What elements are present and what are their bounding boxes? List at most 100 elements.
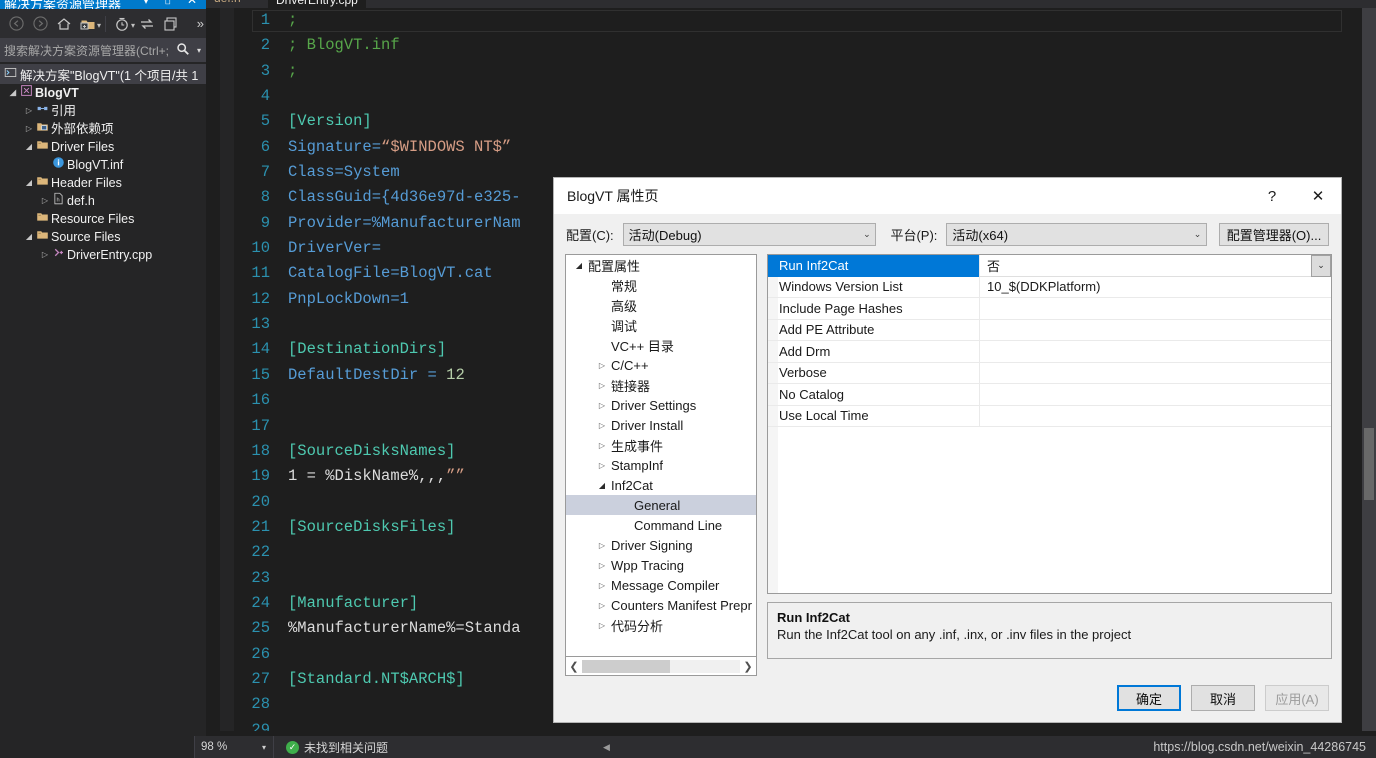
property-tree-item[interactable]: ◢ 配置属性	[566, 255, 756, 275]
tree-twisty-icon[interactable]: ▷	[593, 461, 611, 470]
property-tree-item[interactable]: Command Line	[566, 515, 756, 535]
tab-def-h[interactable]: def.h	[214, 0, 241, 5]
property-tree-item[interactable]: ▷ Message Compiler	[566, 575, 756, 595]
close-icon[interactable]: ✕	[1295, 178, 1341, 214]
property-tree-item[interactable]: ▷ 链接器	[566, 375, 756, 395]
property-row[interactable]: Windows Version List 10_$(DDKPlatform)	[768, 276, 1331, 298]
tree-twisty-icon[interactable]: ▷	[593, 441, 611, 450]
tree-twisty-icon[interactable]: ◢	[8, 84, 18, 102]
pending-changes-icon[interactable]	[110, 13, 134, 35]
tree-twisty-icon[interactable]: ▷	[593, 561, 611, 570]
property-row[interactable]: Include Page Hashes	[768, 298, 1331, 320]
property-tree-item[interactable]: ◢ Inf2Cat	[566, 475, 756, 495]
property-value[interactable]	[979, 362, 1331, 384]
hscroll-thumb[interactable]	[582, 659, 670, 673]
property-tree-item[interactable]: ▷ Driver Signing	[566, 535, 756, 555]
tree-twisty-icon[interactable]: ◢	[24, 174, 34, 192]
tree-twisty-icon[interactable]: ▷	[593, 581, 611, 590]
property-value[interactable]	[979, 298, 1331, 320]
property-tree-item[interactable]: ▷ Driver Install	[566, 415, 756, 435]
solution-tree-item[interactable]: BlogVT.inf	[0, 156, 206, 174]
property-row[interactable]: Verbose	[768, 362, 1331, 384]
tree-twisty-icon[interactable]: ▷	[40, 246, 50, 264]
cancel-button[interactable]: 取消	[1191, 685, 1255, 711]
status-collapse-arrow-icon[interactable]: ◀	[603, 742, 610, 753]
panel-window-buttons[interactable]: ▾ ⌷ ✕	[143, 0, 203, 8]
property-value[interactable]: 否	[979, 255, 1331, 277]
property-value[interactable]	[979, 384, 1331, 406]
apply-button[interactable]: 应用(A)	[1265, 685, 1329, 711]
property-tree-item[interactable]: ▷ C/C++	[566, 355, 756, 375]
property-tree-item[interactable]: ▷ 生成事件	[566, 435, 756, 455]
hscroll-track[interactable]	[582, 659, 740, 673]
property-row[interactable]: No Catalog	[768, 384, 1331, 406]
property-row[interactable]: Use Local Time	[768, 405, 1331, 427]
scrollbar-thumb[interactable]	[1364, 428, 1374, 500]
property-tree-item[interactable]: 高级	[566, 295, 756, 315]
property-row[interactable]: Add Drm	[768, 341, 1331, 363]
editor-tabstrip[interactable]: def.h DriverEntry.cpp	[206, 0, 1376, 8]
property-tree-item[interactable]: VC++ 目录	[566, 335, 756, 355]
error-status[interactable]: ✓ 未找到相关问题	[286, 739, 388, 756]
tree-twisty-icon[interactable]: ▷	[593, 541, 611, 550]
solution-tree-item[interactable]: ◢ Driver Files	[0, 138, 206, 156]
property-tree-item[interactable]: 调试	[566, 315, 756, 335]
tab-driverentry-cpp[interactable]: DriverEntry.cpp	[268, 0, 366, 8]
solution-tree-item[interactable]: ▷ 外部依赖项	[0, 120, 206, 138]
property-tree-item[interactable]: ▷ 代码分析	[566, 615, 756, 635]
scroll-right-icon[interactable]: ❯	[740, 660, 756, 673]
tree-twisty-icon[interactable]: ▷	[40, 192, 50, 210]
solution-tree-item[interactable]: ◢ Source Files	[0, 228, 206, 246]
solution-node[interactable]: 解决方案"BlogVT"(1 个项目/共 1	[0, 64, 206, 84]
tree-twisty-icon[interactable]: ▷	[593, 401, 611, 410]
new-folder-icon[interactable]	[76, 13, 100, 35]
tree-twisty-icon[interactable]: ▷	[593, 381, 611, 390]
solution-tree-item[interactable]: ◢ Header Files	[0, 174, 206, 192]
platform-combobox[interactable]: 活动(x64) ⌄	[946, 222, 1207, 246]
tree-twisty-icon[interactable]: ▷	[24, 102, 34, 120]
property-tree-item[interactable]: ▷ Wpp Tracing	[566, 555, 756, 575]
sync-icon[interactable]	[135, 13, 159, 35]
ok-button[interactable]: 确定	[1117, 685, 1181, 711]
zoom-dropdown-caret[interactable]: ▾	[262, 743, 266, 752]
property-row[interactable]: Add PE Attribute	[768, 319, 1331, 341]
tree-twisty-icon[interactable]: ▷	[593, 361, 611, 370]
property-tree-item[interactable]: ▷ Driver Settings	[566, 395, 756, 415]
property-row[interactable]: Run Inf2Cat 否 ⌄	[768, 255, 1331, 277]
help-icon[interactable]: ?	[1249, 178, 1295, 214]
property-category-tree[interactable]: ◢ 配置属性 常规 高级 调试 VC++ 目录 ▷ C/C++ ▷ 链接器 ▷ Driver Sett…	[565, 254, 757, 657]
property-tree-item[interactable]: ▷ StampInf	[566, 455, 756, 475]
search-dropdown-caret[interactable]: ▾	[193, 46, 205, 55]
search-icon[interactable]	[173, 42, 193, 59]
property-value-dropdown-icon[interactable]: ⌄	[1311, 255, 1331, 277]
tree-twisty-icon[interactable]: ◢	[570, 261, 588, 270]
tree-twisty-icon[interactable]: ◢	[24, 138, 34, 156]
solution-tree-item[interactable]: ▷ h def.h	[0, 192, 206, 210]
solution-tree-item[interactable]: ▷ 引用	[0, 102, 206, 120]
property-value[interactable]: 10_$(DDKPlatform)	[979, 276, 1331, 298]
back-arrow-icon[interactable]	[4, 13, 28, 35]
tree-twisty-icon[interactable]: ▷	[24, 120, 34, 138]
zoom-level-control[interactable]: 98 % ▾	[194, 736, 274, 758]
solution-tree-item[interactable]: ◢ BlogVT	[0, 84, 206, 102]
search-input[interactable]: 搜索解决方案资源管理器(Ctrl+; ▾	[0, 38, 206, 62]
property-value[interactable]	[979, 319, 1331, 341]
tree-twisty-icon[interactable]: ◢	[24, 228, 34, 246]
property-value[interactable]	[979, 341, 1331, 363]
toolbar-overflow-icon[interactable]: »	[197, 16, 204, 31]
solution-tree-item[interactable]: Resource Files	[0, 210, 206, 228]
tree-twisty-icon[interactable]: ◢	[593, 481, 611, 490]
chevron-down-icon[interactable]: ⌄	[1189, 229, 1206, 240]
chevron-down-icon[interactable]: ⌄	[858, 229, 875, 240]
property-grid[interactable]: Run Inf2Cat 否 ⌄ Windows Version List 10_$(DD…	[767, 254, 1332, 594]
configuration-combobox[interactable]: 活动(Debug) ⌄	[622, 222, 877, 246]
tree-twisty-icon[interactable]: ▷	[593, 601, 611, 610]
editor-vertical-scrollbar[interactable]	[1362, 8, 1376, 731]
scroll-left-icon[interactable]: ❮	[566, 660, 582, 673]
home-icon[interactable]	[52, 13, 76, 35]
solution-tree-item[interactable]: ▷ DriverEntry.cpp	[0, 246, 206, 264]
tree-twisty-icon[interactable]: ▷	[593, 421, 611, 430]
tree-twisty-icon[interactable]: ▷	[593, 621, 611, 630]
property-tree-item[interactable]: General	[566, 495, 756, 515]
property-tree-item[interactable]: 常规	[566, 275, 756, 295]
